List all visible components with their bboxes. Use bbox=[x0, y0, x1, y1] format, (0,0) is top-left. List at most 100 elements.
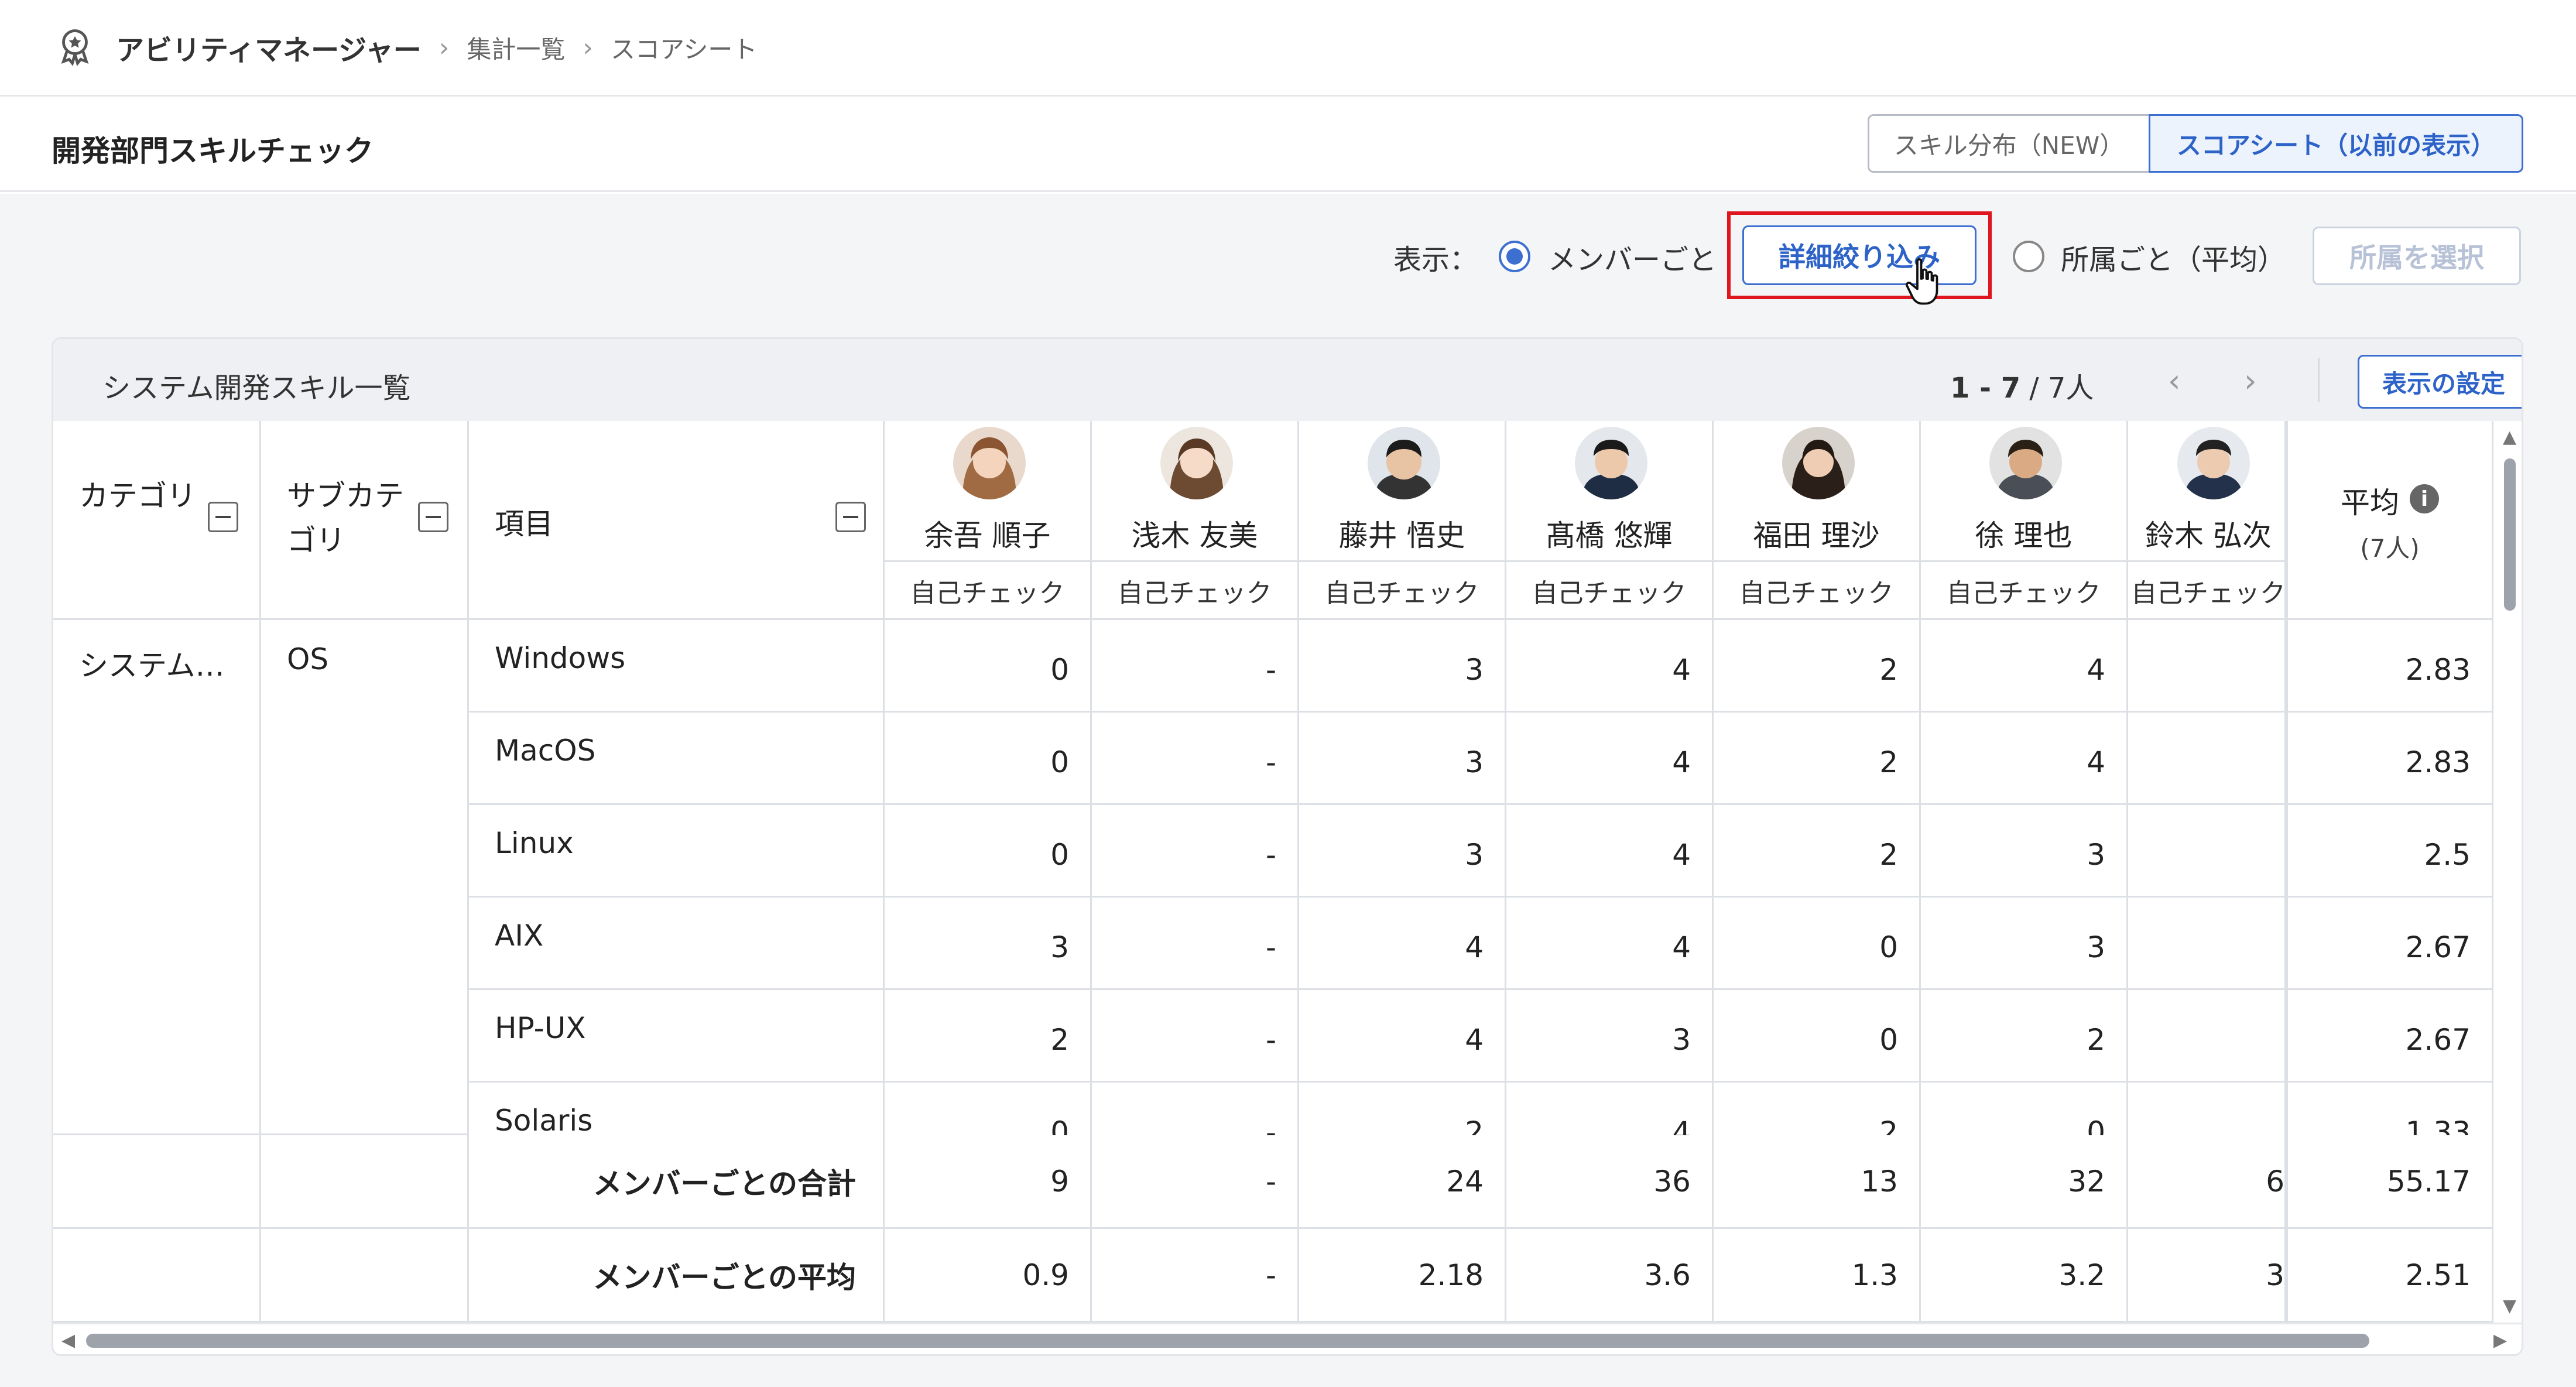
member-name: 鈴木 弘次 bbox=[2145, 519, 2272, 553]
score-cell: 4 bbox=[1921, 620, 2128, 713]
score-cell: - bbox=[1092, 990, 1299, 1083]
member-header: 浅木 友美 自己チェック bbox=[1092, 421, 1299, 620]
breadcrumb-scoresheet: スコアシート bbox=[611, 35, 758, 64]
scroll-down-icon[interactable]: ▼ bbox=[2503, 1296, 2516, 1316]
breadcrumb-app-name[interactable]: アビリティマネージャー bbox=[116, 27, 422, 68]
subcategory-value: OS bbox=[287, 642, 329, 676]
divider bbox=[1506, 560, 1712, 562]
total-cell: 9 bbox=[885, 1135, 1092, 1229]
total-cell: 32 bbox=[1921, 1135, 2128, 1229]
collapse-item-button[interactable] bbox=[835, 502, 866, 532]
score-cell: 0 bbox=[885, 805, 1092, 898]
score-cell bbox=[2128, 898, 2286, 990]
member-header: 余吾 順子 自己チェック bbox=[885, 421, 1092, 620]
score-cell: 4 bbox=[1921, 713, 2128, 805]
chevron-left-icon[interactable]: ‹ bbox=[2168, 362, 2181, 399]
total-cell: 24 bbox=[1299, 1135, 1506, 1229]
score-cell: - bbox=[1092, 620, 1299, 713]
header-average-label: 平均 bbox=[2341, 486, 2399, 520]
score-cell: 3 bbox=[1299, 713, 1506, 805]
avatar bbox=[1575, 427, 1647, 499]
vertical-scrollbar[interactable]: ▲ ▼ bbox=[2496, 421, 2522, 1323]
horizontal-scrollbar[interactable]: ◀ ▶ bbox=[53, 1323, 2522, 1354]
tab-scoresheet[interactable]: スコアシート（以前の表示） bbox=[2149, 114, 2523, 173]
chevron-right-icon[interactable]: › bbox=[2244, 362, 2257, 399]
radio-department[interactable] bbox=[2013, 241, 2044, 272]
total-average-cell: 55.17 bbox=[2286, 1135, 2493, 1229]
score-cell: 2 bbox=[1714, 620, 1921, 713]
score-cell: 4 bbox=[1299, 990, 1506, 1083]
highlight-box: 詳細絞り込み bbox=[1727, 211, 1992, 299]
score-cell: 3 bbox=[1921, 898, 2128, 990]
score-cell: 0 bbox=[1714, 898, 1921, 990]
divider bbox=[1921, 560, 2126, 562]
member-check-type: 自己チェック bbox=[1946, 578, 2101, 608]
display-settings-button[interactable]: 表示の設定 bbox=[2358, 355, 2522, 409]
member-check-type: 自己チェック bbox=[910, 578, 1065, 608]
card-header: システム開発スキル一覧 1 - 7 / 7人 ‹ › 表示の設定 bbox=[53, 339, 2522, 421]
average-row-label: メンバーごとの平均 bbox=[469, 1229, 885, 1323]
member-check-type: 自己チェック bbox=[1739, 578, 1894, 608]
breadcrumb-summary-list[interactable]: 集計一覧 bbox=[467, 30, 565, 66]
divider bbox=[1299, 560, 1505, 562]
item-label: MacOS bbox=[495, 734, 596, 768]
title-bar: 開発部門スキルチェック スキル分布（NEW） スコアシート（以前の表示） bbox=[0, 98, 2576, 192]
member-average-cell: 3.2 bbox=[1921, 1229, 2128, 1323]
collapse-subcategory-button[interactable] bbox=[418, 502, 448, 532]
score-cell: 4 bbox=[1506, 713, 1714, 805]
scroll-right-icon[interactable]: ▶ bbox=[2493, 1330, 2507, 1351]
member-header: 徐 理也 自己チェック bbox=[1921, 421, 2128, 620]
header-subcategory-label: サブカテゴリ bbox=[287, 479, 404, 557]
select-department-button[interactable]: 所属を選択 bbox=[2313, 227, 2521, 285]
subcategory-cell: OS bbox=[261, 620, 469, 1135]
divider bbox=[1092, 560, 1297, 562]
display-filter-row: 表示： メンバーごと 詳細絞り込み 所属ごと（平均） 所属を選択 bbox=[0, 194, 2576, 328]
member-average-cell: - bbox=[1092, 1229, 1299, 1323]
scroll-up-icon[interactable]: ▲ bbox=[2503, 427, 2516, 447]
display-label: 表示： bbox=[1393, 244, 1478, 276]
scroll-left-icon[interactable]: ◀ bbox=[61, 1330, 75, 1351]
award-ribbon-icon bbox=[54, 26, 96, 69]
average-cell: 2.67 bbox=[2286, 990, 2493, 1083]
score-cell: 2 bbox=[1714, 805, 1921, 898]
item-cell: AIX bbox=[469, 898, 885, 990]
member-header: 髙橋 悠輝 自己チェック bbox=[1506, 421, 1714, 620]
average-row-empty bbox=[53, 1229, 261, 1323]
avatar bbox=[953, 427, 1026, 499]
member-average-cell: 3 bbox=[2128, 1229, 2286, 1323]
page-title: 開発部門スキルチェック bbox=[52, 134, 374, 168]
score-cell: 0 bbox=[1714, 990, 1921, 1083]
info-icon[interactable]: i bbox=[2410, 484, 2439, 513]
divider bbox=[885, 560, 1090, 562]
item-label: Windows bbox=[495, 641, 626, 675]
radio-member-label[interactable]: メンバーごと bbox=[1548, 237, 1717, 278]
item-label: AIX bbox=[495, 919, 544, 953]
overall-average-cell: 2.51 bbox=[2286, 1229, 2493, 1323]
header-average-count: (7人) bbox=[2360, 534, 2420, 563]
score-cell: 2 bbox=[1714, 713, 1921, 805]
breadcrumb: アビリティマネージャー › 集計一覧 › スコアシート bbox=[116, 27, 757, 68]
pager-range: 1 - 7 bbox=[1950, 372, 2021, 405]
tab-skill-distribution[interactable]: スキル分布（NEW） bbox=[1868, 114, 2149, 173]
radio-department-label[interactable]: 所属ごと（平均） bbox=[2061, 237, 2286, 278]
pager-total: / 7人 bbox=[2029, 372, 2094, 405]
chevron-right-icon: › bbox=[583, 32, 593, 63]
item-label: Linux bbox=[495, 826, 574, 860]
top-bar: アビリティマネージャー › 集計一覧 › スコアシート bbox=[0, 0, 2576, 97]
member-name: 藤井 悟史 bbox=[1338, 519, 1465, 553]
header-item-label: 項目 bbox=[495, 507, 553, 541]
total-cell: 6 bbox=[2128, 1135, 2286, 1229]
hand-pointer-icon bbox=[1906, 258, 1938, 305]
horizontal-scroll-thumb[interactable] bbox=[86, 1334, 2369, 1348]
vertical-scroll-thumb[interactable] bbox=[2504, 458, 2516, 611]
average-row-empty bbox=[261, 1229, 469, 1323]
divider bbox=[2128, 560, 2284, 562]
radio-member[interactable] bbox=[1499, 241, 1530, 272]
avatar bbox=[1782, 427, 1855, 499]
header-item: 項目 bbox=[469, 421, 885, 620]
member-check-type: 自己チェック bbox=[1324, 578, 1479, 608]
score-cell: 2 bbox=[1921, 990, 2128, 1083]
collapse-category-button[interactable] bbox=[208, 502, 238, 532]
avatar bbox=[1989, 427, 2062, 499]
avatar bbox=[1368, 427, 1440, 499]
